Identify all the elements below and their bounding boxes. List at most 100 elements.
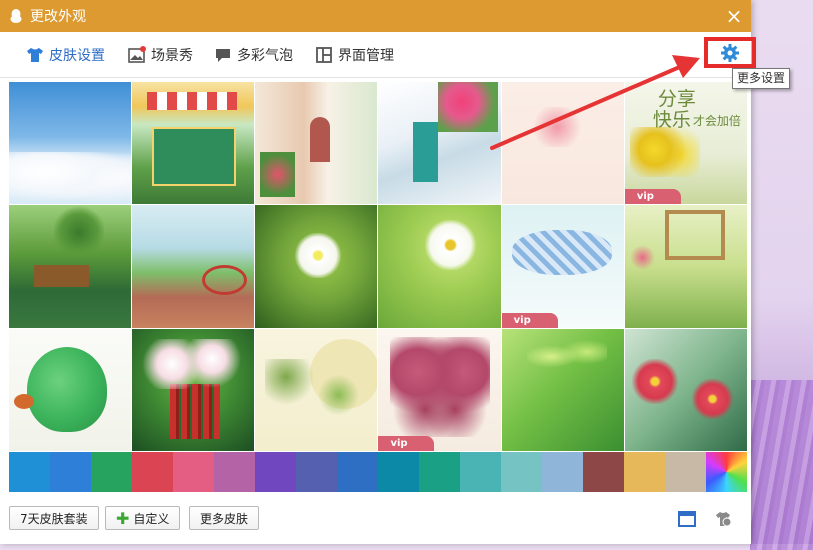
sprout-shape: [526, 333, 607, 379]
tab-label: 多彩气泡: [237, 48, 293, 64]
close-icon: ×: [725, 4, 743, 28]
cup-shape: [170, 383, 221, 439]
skin-tile-stairs[interactable]: [378, 82, 501, 205]
door-shape: [310, 117, 331, 162]
color-swatch[interactable]: [460, 452, 501, 492]
skin-tile-window-garden[interactable]: [624, 205, 747, 328]
blue-rail-shape: [413, 122, 439, 182]
seven-day-suit-button[interactable]: 7天皮肤套装: [9, 506, 99, 530]
bicycle-shape: [202, 265, 248, 296]
color-swatch[interactable]: [296, 452, 337, 492]
skin-tile-teacup[interactable]: [132, 328, 255, 451]
bottom-bar: 7天皮肤套装 ✚ 自定义 更多皮肤: [0, 492, 751, 544]
vip-badge: vip: [378, 436, 435, 451]
skin-tile-red-flowers[interactable]: [624, 328, 747, 451]
skin-tile-shop[interactable]: [132, 82, 255, 205]
more-settings-area: [704, 37, 759, 71]
layout-icon: [316, 47, 332, 63]
tab-bar: 皮肤设置 场景秀 多彩气泡 界面管理: [0, 32, 751, 78]
skin-tile-share-joy[interactable]: 分享 快乐 才会加倍 vip: [624, 82, 747, 205]
bench-shape: [34, 265, 89, 288]
skin-tile-bicycle[interactable]: [132, 205, 255, 328]
custom-button[interactable]: ✚ 自定义: [105, 506, 181, 530]
more-settings-button[interactable]: [704, 37, 756, 68]
vip-badge: vip: [501, 312, 558, 328]
skin-tile-sky[interactable]: [9, 82, 132, 205]
skin-tile-butterfly[interactable]: vip: [378, 328, 501, 451]
color-swatch[interactable]: [91, 452, 132, 492]
color-swatch[interactable]: [255, 452, 296, 492]
desktop-background: [750, 380, 813, 550]
butterfly-shape: [14, 393, 34, 409]
picture-icon: [128, 46, 146, 63]
gear-icon: [721, 43, 739, 62]
skin-tile-bird-branch[interactable]: [255, 328, 378, 451]
appearance-window: 更改外观 × 皮肤设置 场景秀 多彩气泡 界面管理 分享 快乐 才会加倍 vip…: [0, 0, 756, 544]
window-mode-icon[interactable]: [678, 511, 696, 527]
color-swatch[interactable]: [624, 452, 665, 492]
red-flower-shape: [629, 358, 680, 404]
awning-shape: [147, 92, 238, 110]
tab-color-bubbles[interactable]: 多彩气泡: [214, 44, 293, 66]
color-swatch[interactable]: [173, 452, 214, 492]
color-swatch-bar: [9, 452, 747, 492]
qq-penguin-icon: [10, 9, 22, 23]
skin-grid: 分享 快乐 才会加倍 vip vip vip: [9, 82, 747, 451]
button-label: 更多皮肤: [200, 511, 249, 526]
cloud-shape: [9, 152, 131, 202]
chat-bubble-icon: [216, 49, 230, 62]
skin-tile-heart-leaf[interactable]: [9, 328, 132, 451]
tile-caption: 才会加倍: [692, 114, 741, 128]
tab-label: 场景秀: [151, 48, 193, 64]
tab-interface-management[interactable]: 界面管理: [315, 44, 394, 66]
color-swatch[interactable]: [50, 452, 91, 492]
skin-tile-cosmos[interactable]: [378, 205, 501, 328]
bougainvillea-shape: [438, 82, 499, 132]
tab-scene-show[interactable]: 场景秀: [128, 44, 193, 66]
color-swatch[interactable]: [665, 452, 706, 492]
skin-tile-gingham-bow[interactable]: vip: [501, 205, 624, 328]
skin-tile-blossom[interactable]: [501, 82, 624, 205]
plus-icon: ✚: [116, 508, 130, 528]
butterfly-wings-shape: [390, 336, 491, 437]
tree-shape: [54, 205, 104, 261]
branch-leaves-shape: [265, 358, 371, 419]
color-swatch[interactable]: [501, 452, 542, 492]
white-flower-shape: [293, 233, 344, 279]
custom-color-swatch[interactable]: [706, 452, 747, 492]
color-swatch[interactable]: [378, 452, 419, 492]
bow-shape: [511, 230, 612, 276]
cosmos-shape: [423, 220, 479, 271]
theme-tool-icon[interactable]: [714, 511, 732, 527]
window-frame-shape: [664, 210, 725, 261]
window-title: 更改外观: [30, 9, 86, 25]
tshirt-icon: [27, 48, 43, 62]
pink-flower-shape: [629, 245, 655, 271]
skin-tile-white-flower[interactable]: [255, 205, 378, 328]
color-swatch[interactable]: [583, 452, 624, 492]
close-button[interactable]: ×: [723, 4, 745, 28]
color-swatch[interactable]: [419, 452, 460, 492]
more-settings-tooltip: 更多设置: [732, 68, 791, 89]
title-bar[interactable]: 更改外观 ×: [0, 0, 751, 32]
tab-label: 皮肤设置: [49, 48, 105, 64]
more-skins-button[interactable]: 更多皮肤: [189, 506, 260, 530]
vip-badge: vip: [624, 189, 681, 205]
skin-tile-alley[interactable]: [255, 82, 378, 205]
button-label: 自定义: [133, 511, 170, 526]
leaf-shape: [27, 346, 107, 432]
shop-counter-shape: [152, 127, 237, 186]
blossoms-shape: [142, 338, 243, 389]
color-swatch[interactable]: [542, 452, 583, 492]
color-swatch[interactable]: [9, 452, 50, 492]
color-swatch[interactable]: [132, 452, 173, 492]
skin-tile-bench[interactable]: [9, 205, 132, 328]
color-swatch[interactable]: [337, 452, 378, 492]
color-swatch[interactable]: [214, 452, 255, 492]
button-label: 7天皮肤套装: [20, 511, 88, 526]
tab-skin-settings[interactable]: 皮肤设置: [26, 44, 105, 66]
tab-label: 界面管理: [338, 48, 394, 64]
flowers-shape: [260, 152, 296, 197]
skin-tile-green-sprout[interactable]: [501, 328, 624, 451]
red-flower-shape: [689, 378, 735, 419]
